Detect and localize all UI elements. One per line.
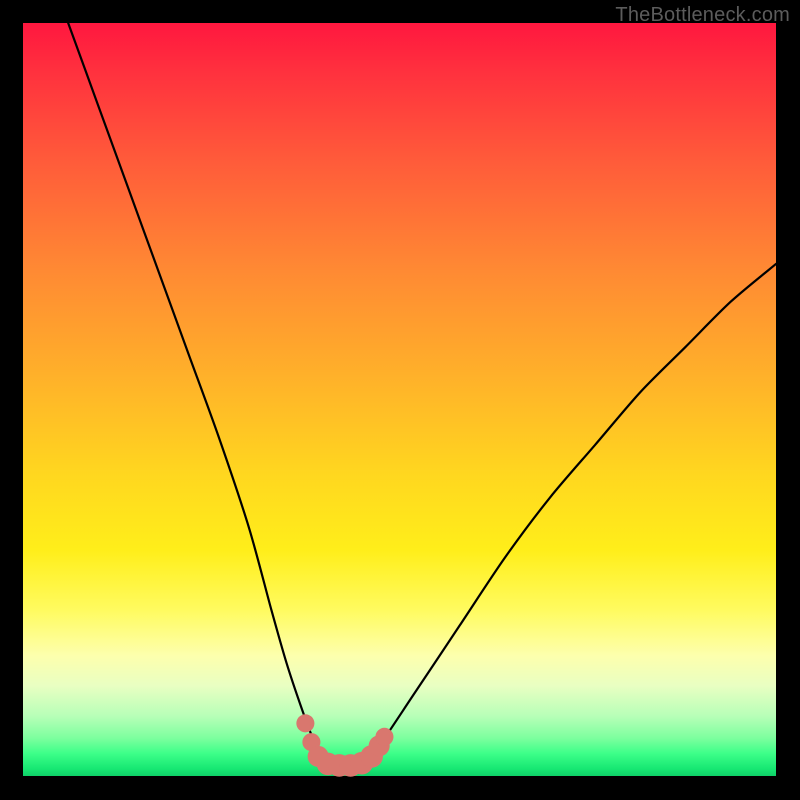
trough-marker: [296, 714, 314, 732]
chart-stage: TheBottleneck.com: [0, 0, 800, 800]
bottleneck-curve: [68, 23, 776, 765]
trough-marker: [375, 728, 393, 746]
chart-svg: [23, 23, 776, 776]
trough-marker-group: [296, 714, 393, 777]
watermark-text: TheBottleneck.com: [615, 4, 790, 27]
plot-area: [23, 23, 776, 776]
